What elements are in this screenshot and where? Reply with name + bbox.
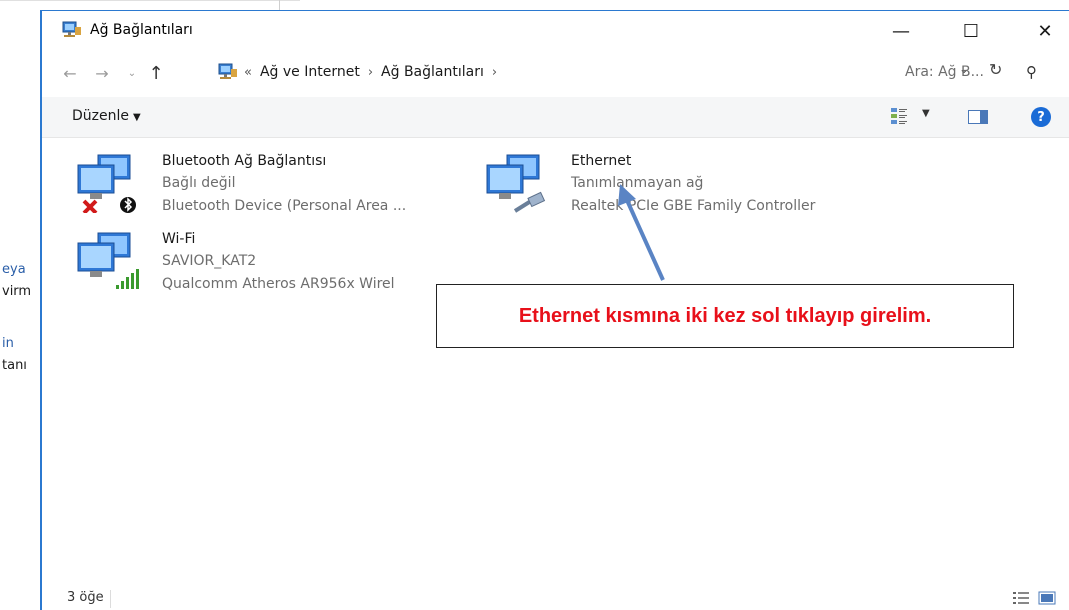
bg-text-fragment: virm: [2, 284, 32, 299]
breadcrumb-item[interactable]: Ağ ve Internet: [260, 64, 360, 80]
connection-device: Realtek PCIe GBE Family Controller: [571, 198, 816, 214]
connection-item-ethernet[interactable]: Ethernet Tanımlanmayan ağ Realtek PCIe G…: [485, 153, 885, 219]
wifi-network-icon: [77, 232, 139, 289]
bg-divider: [279, 0, 280, 10]
back-arrow-icon[interactable]: ←: [58, 61, 82, 85]
help-icon[interactable]: ?: [1031, 107, 1051, 127]
breadcrumb-separator-icon[interactable]: ›: [492, 65, 497, 80]
chevron-down-icon[interactable]: ▼: [922, 108, 930, 119]
item-count: 3 öğe: [67, 590, 104, 605]
connection-device: Bluetooth Device (Personal Area ...: [162, 198, 407, 214]
navigation-bar: ← → ⌄ ↑ « Ağ ve Internet › Ağ Bağlantıla…: [42, 57, 1069, 91]
annotation-callout: Ethernet kısmına iki kez sol tıklayıp gi…: [436, 284, 1014, 348]
connection-name: Wi-Fi: [162, 231, 196, 247]
search-icon[interactable]: ⚲: [1026, 63, 1037, 81]
ethernet-network-icon: [486, 154, 546, 213]
change-view-icon[interactable]: [890, 107, 908, 125]
connection-status: Tanımlanmayan ağ: [571, 175, 704, 191]
connection-item-bluetooth[interactable]: Bluetooth Ağ Bağlantısı Bağlı değil Blue…: [76, 153, 456, 219]
recent-locations-chevron-icon[interactable]: ⌄: [120, 61, 144, 85]
connection-device: Qualcomm Atheros AR956x Wirel: [162, 276, 395, 292]
annotation-text: Ethernet kısmına iki kez sol tıklayıp gi…: [518, 304, 932, 327]
connection-name: Ethernet: [571, 153, 632, 169]
breadcrumb-item[interactable]: Ağ Bağlantıları: [381, 64, 484, 80]
large-icons-view-icon[interactable]: [1038, 590, 1056, 606]
forward-arrow-icon[interactable]: →: [90, 61, 114, 85]
status-divider: [110, 590, 111, 608]
close-button[interactable]: ✕: [1022, 11, 1068, 51]
background-window: eya virm in tanı: [0, 0, 300, 602]
bg-divider: [0, 0, 300, 1]
up-arrow-icon[interactable]: ↑: [144, 61, 168, 85]
bluetooth-network-icon: [77, 154, 136, 213]
chevron-down-icon: ▼: [133, 112, 141, 123]
breadcrumb-separator-icon[interactable]: ›: [368, 65, 373, 80]
connection-item-wifi[interactable]: Wi-Fi SAVIOR_KAT2 Qualcomm Atheros AR956…: [76, 231, 456, 297]
breadcrumb-overflow[interactable]: «: [244, 65, 252, 80]
ethernet-cable-icon: [513, 191, 546, 213]
search-input[interactable]: Ara: Ağ B... ⚲: [897, 57, 1047, 87]
bg-link-fragment[interactable]: in: [2, 336, 14, 351]
address-bar[interactable]: « Ağ ve Internet › Ağ Bağlantıları › ⌄ ↻: [174, 57, 1002, 87]
organize-label: Düzenle: [72, 108, 129, 124]
connection-status: SAVIOR_KAT2: [162, 253, 257, 269]
minimize-button[interactable]: —: [878, 11, 924, 51]
window-title: Ağ Bağlantıları: [90, 22, 193, 38]
network-connections-icon: [218, 63, 237, 79]
status-bar: 3 öğe: [42, 588, 1069, 610]
disconnected-x-icon: [82, 199, 98, 213]
bg-link-fragment[interactable]: eya: [2, 262, 26, 277]
network-connections-icon: [62, 21, 81, 37]
connection-name: Bluetooth Ağ Bağlantısı: [162, 153, 327, 169]
bg-text-fragment: tanı: [2, 358, 27, 373]
details-view-icon[interactable]: [1012, 590, 1030, 606]
title-bar[interactable]: Ağ Bağlantıları — ☐ ✕: [42, 11, 1069, 51]
connection-status: Bağlı değil: [162, 175, 236, 191]
command-bar: Düzenle ▼ ▼ ?: [42, 97, 1069, 138]
organize-button[interactable]: Düzenle ▼: [72, 108, 141, 124]
search-placeholder: Ara: Ağ B...: [905, 64, 984, 80]
signal-bars-icon: [116, 269, 139, 289]
preview-pane-icon[interactable]: [968, 110, 988, 124]
maximize-button[interactable]: ☐: [948, 11, 994, 51]
